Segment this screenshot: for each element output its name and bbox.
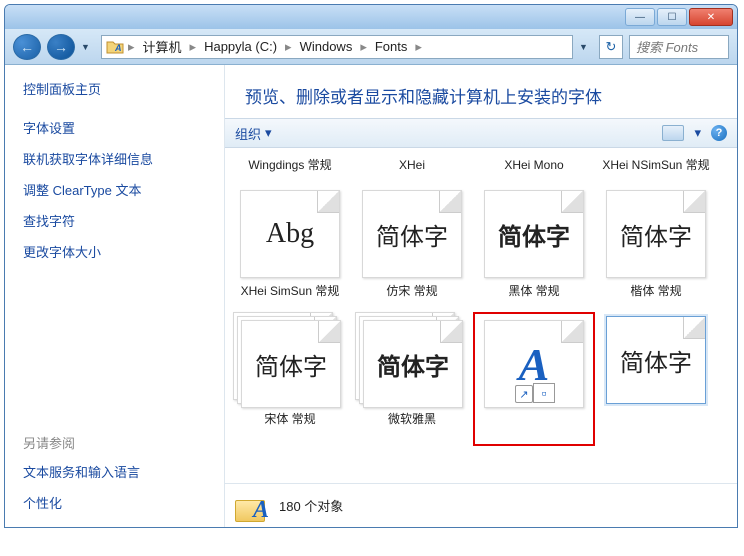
- sidebar-link-personalization[interactable]: 个性化: [23, 493, 206, 512]
- font-thumbnail: 简体字: [362, 190, 462, 278]
- font-grid: Wingdings 常规 XHei XHei Mono XHei NSimSun…: [225, 148, 737, 483]
- sidebar-link-text-services[interactable]: 文本服务和输入语言: [23, 462, 206, 481]
- font-item[interactable]: 简体字 仿宋 常规: [351, 186, 473, 312]
- svg-text:A: A: [114, 43, 122, 53]
- status-count: 180 个对象: [279, 496, 343, 515]
- shortcut-overlay-icon: ▫: [533, 383, 555, 403]
- grid-row: 简体字 宋体 常规 简体字 微软雅黑: [229, 312, 733, 446]
- font-label: 微软雅黑: [353, 410, 471, 438]
- titlebar: — ☐ ✕: [5, 5, 737, 29]
- font-item[interactable]: XHei: [351, 154, 473, 186]
- font-thumbnail-stack: 简体字: [237, 314, 343, 406]
- font-thumbnail: 简体字: [606, 190, 706, 278]
- main-area: 控制面板主页 字体设置 联机获取字体详细信息 调整 ClearType 文本 查…: [5, 65, 737, 527]
- breadcrumb-item[interactable]: Fonts: [371, 39, 412, 54]
- help-icon[interactable]: ?: [711, 125, 727, 141]
- font-label: Wingdings 常规: [231, 156, 349, 184]
- sidebar-link-font-settings[interactable]: 字体设置: [23, 118, 206, 137]
- font-thumbnail: 简体字: [606, 316, 706, 404]
- grid-row: Wingdings 常规 XHei XHei Mono XHei NSimSun…: [229, 154, 733, 186]
- status-folder-icon: A: [235, 490, 267, 522]
- font-item[interactable]: 简体字 楷体 常规: [595, 186, 717, 312]
- refresh-button[interactable]: ↻: [599, 35, 623, 59]
- address-bar: ← → ▼ A ▸ 计算机 ▸ Happyla (C:) ▸ Windows ▸…: [5, 29, 737, 65]
- sidebar-section-seealso: 另请参阅: [23, 433, 206, 452]
- nav-history-dropdown[interactable]: ▼: [81, 42, 95, 52]
- explorer-window: — ☐ ✕ ← → ▼ A ▸ 计算机 ▸ Happyla (C:) ▸ Win…: [4, 4, 738, 528]
- organize-button[interactable]: 组织: [235, 124, 261, 143]
- font-label: 黑体 常规: [475, 282, 593, 310]
- organize-dropdown-icon[interactable]: ▾: [265, 125, 272, 141]
- shortcut-arrow-icon: ↗: [515, 385, 533, 403]
- font-item[interactable]: Abg XHei SimSun 常规: [229, 186, 351, 312]
- font-item[interactable]: 简体字 宋体 常规: [229, 312, 351, 446]
- content-toolbar: 组织 ▾ ▾ ?: [225, 118, 737, 148]
- font-label: [597, 408, 715, 436]
- font-thumbnail-stack: 简体字: [359, 314, 465, 406]
- font-thumbnail: A ▫ ↗: [484, 320, 584, 408]
- breadcrumb-item[interactable]: Happyla (C:): [200, 39, 281, 54]
- font-sample: Abg: [266, 218, 314, 250]
- font-thumbnail: 简体字: [484, 190, 584, 278]
- font-label: 仿宋 常规: [353, 282, 471, 310]
- sidebar-link-cleartype[interactable]: 调整 ClearType 文本: [23, 180, 206, 199]
- view-dropdown-icon[interactable]: ▾: [694, 125, 701, 141]
- font-item-highlighted[interactable]: A ▫ ↗: [473, 312, 595, 446]
- sidebar: 控制面板主页 字体设置 联机获取字体详细信息 调整 ClearType 文本 查…: [5, 65, 225, 527]
- font-sample: 简体字: [620, 217, 692, 252]
- minimize-button[interactable]: —: [625, 8, 655, 26]
- close-button[interactable]: ✕: [689, 8, 733, 26]
- breadcrumb-item[interactable]: Windows: [296, 39, 357, 54]
- font-item[interactable]: XHei Mono: [473, 154, 595, 186]
- font-sample: 简体字: [620, 343, 692, 378]
- status-bar: A 180 个对象: [225, 483, 737, 527]
- sidebar-link-find-char[interactable]: 查找字符: [23, 211, 206, 230]
- breadcrumb-sep-icon: ▸: [415, 39, 422, 55]
- font-label: [477, 412, 591, 440]
- font-item-selected[interactable]: 简体字: [595, 312, 717, 446]
- breadcrumb-sep-icon: ▸: [128, 39, 135, 55]
- view-mode-button[interactable]: [662, 125, 684, 141]
- breadcrumb-sep-icon: ▸: [190, 39, 197, 55]
- font-label: XHei SimSun 常规: [231, 282, 349, 310]
- font-label: 宋体 常规: [231, 410, 349, 438]
- back-button[interactable]: ←: [13, 34, 41, 60]
- sidebar-title[interactable]: 控制面板主页: [23, 79, 206, 98]
- font-label: XHei Mono: [475, 156, 593, 184]
- sidebar-link-font-size[interactable]: 更改字体大小: [23, 242, 206, 261]
- content-pane: 预览、删除或者显示和隐藏计算机上安装的字体 组织 ▾ ▾ ? Wingdings…: [225, 65, 737, 527]
- font-sample: 简体字: [377, 347, 449, 382]
- maximize-button[interactable]: ☐: [657, 8, 687, 26]
- font-item[interactable]: Wingdings 常规: [229, 154, 351, 186]
- font-label: XHei: [353, 156, 471, 184]
- page-title: 预览、删除或者显示和隐藏计算机上安装的字体: [225, 65, 737, 118]
- font-item[interactable]: 简体字 微软雅黑: [351, 312, 473, 446]
- forward-button[interactable]: →: [47, 34, 75, 60]
- font-label: 楷体 常规: [597, 282, 715, 310]
- font-sample: 简体字: [376, 217, 448, 252]
- grid-row: Abg XHei SimSun 常规 简体字 仿宋 常规 简体字 黑体 常规 简…: [229, 186, 733, 312]
- sidebar-link-online-fonts[interactable]: 联机获取字体详细信息: [23, 149, 206, 168]
- breadcrumb-sep-icon: ▸: [360, 39, 367, 55]
- font-label: XHei NSimSun 常规: [597, 156, 715, 184]
- font-sample: 简体字: [498, 217, 570, 252]
- breadcrumb[interactable]: A ▸ 计算机 ▸ Happyla (C:) ▸ Windows ▸ Fonts…: [101, 35, 573, 59]
- font-item[interactable]: 简体字 黑体 常规: [473, 186, 595, 312]
- font-sample: 简体字: [255, 347, 327, 382]
- folder-icon: A: [106, 40, 124, 54]
- breadcrumb-sep-icon: ▸: [285, 39, 292, 55]
- font-item[interactable]: XHei NSimSun 常规: [595, 154, 717, 186]
- breadcrumb-item[interactable]: 计算机: [139, 37, 186, 56]
- path-dropdown[interactable]: ▼: [579, 42, 593, 52]
- search-input[interactable]: 搜索 Fonts: [629, 35, 729, 59]
- font-thumbnail: Abg: [240, 190, 340, 278]
